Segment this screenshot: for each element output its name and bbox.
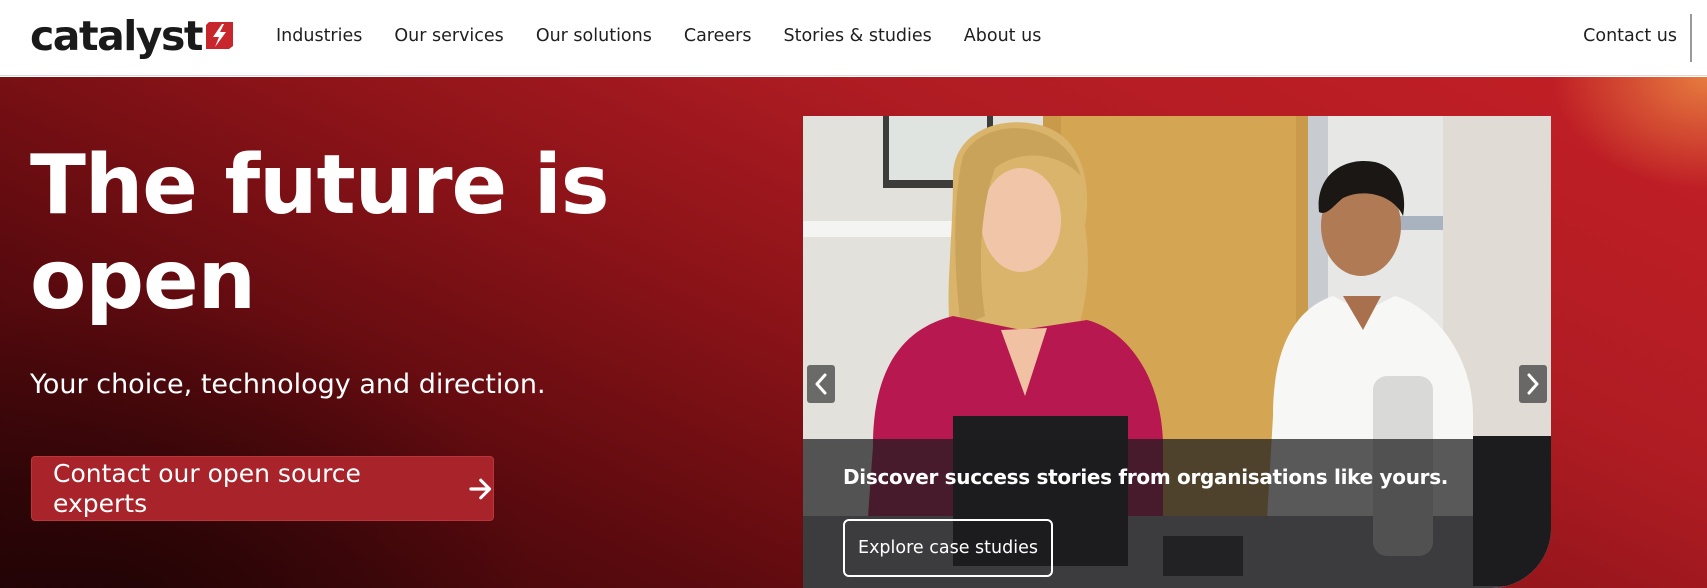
case-study-carousel: Discover success stories from organisati… <box>803 116 1551 588</box>
carousel-prev-button[interactable] <box>807 365 835 403</box>
nav-about-us[interactable]: About us <box>964 24 1042 48</box>
hero-title-line-2: open <box>30 233 256 328</box>
nav-our-services[interactable]: Our services <box>394 24 503 48</box>
hero-subtitle: Your choice, technology and direction. <box>30 369 546 400</box>
header-divider <box>1690 14 1692 62</box>
contact-experts-button[interactable]: Contact our open source experts <box>31 456 494 521</box>
hero-title-line-1: The future is <box>30 138 610 233</box>
logo-wordmark: catalyst <box>30 11 204 60</box>
carousel-next-button[interactable] <box>1519 365 1547 403</box>
carousel-caption: Discover success stories from organisati… <box>843 465 1449 489</box>
nav-careers[interactable]: Careers <box>684 24 752 48</box>
explore-case-studies-button[interactable]: Explore case studies <box>843 519 1053 577</box>
hero-title: The future is open <box>30 138 630 328</box>
nav-stories-studies[interactable]: Stories & studies <box>783 24 931 48</box>
chevron-right-icon <box>1527 373 1539 395</box>
nav-industries[interactable]: Industries <box>276 24 362 48</box>
arrow-right-icon <box>468 478 491 499</box>
site-header: catalyst Industries Our services Our sol… <box>0 0 1707 76</box>
lightning-icon <box>206 21 234 49</box>
chevron-left-icon <box>815 373 827 395</box>
catalyst-logo[interactable]: catalyst <box>30 11 234 60</box>
nav-our-solutions[interactable]: Our solutions <box>536 24 652 48</box>
contact-experts-label: Contact our open source experts <box>53 458 361 518</box>
explore-case-studies-label: Explore case studies <box>858 538 1038 558</box>
contact-us-link[interactable]: Contact us <box>1583 24 1677 48</box>
caption-panel: Discover success stories from organisati… <box>803 439 1551 588</box>
hero-section: The future is open Your choice, technolo… <box>0 77 1707 588</box>
main-nav: Industries Our services Our solutions Ca… <box>276 24 1073 48</box>
